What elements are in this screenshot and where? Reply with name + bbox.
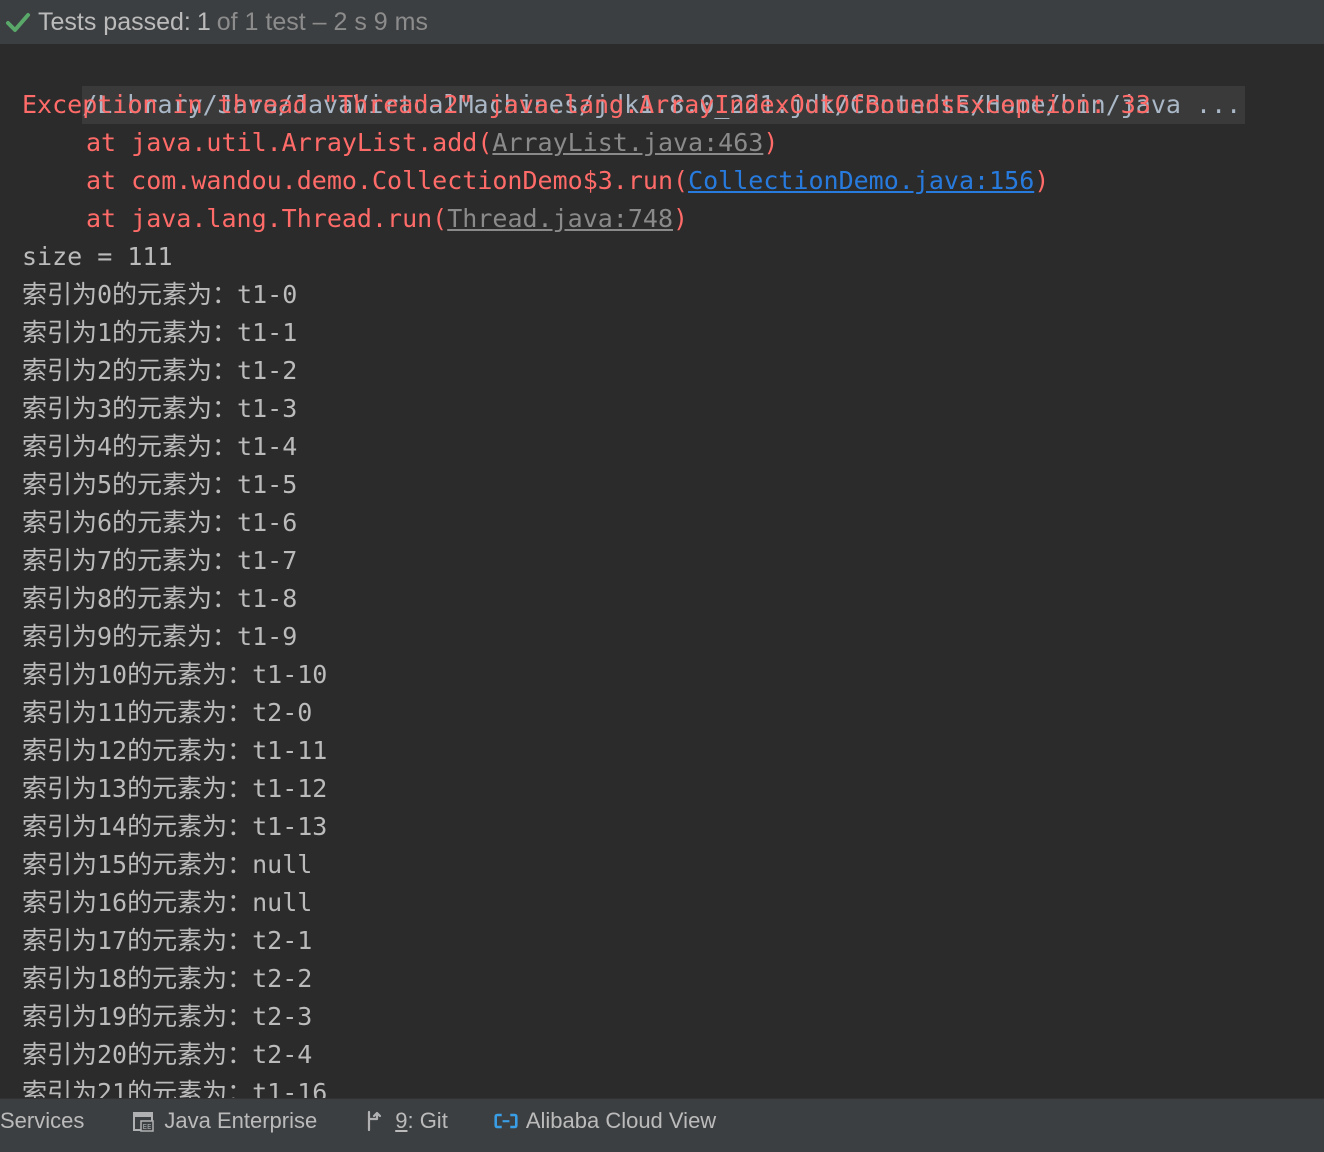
- stack-frame: at java.lang.Thread.run(Thread.java:748): [22, 200, 1324, 238]
- tests-passed-summary: of 1 test – 2 s 9 ms: [216, 7, 428, 36]
- output-line: 索引为6的元素为：t1-6: [22, 508, 298, 537]
- output-line: 索引为8的元素为：t1-8: [22, 584, 298, 613]
- output-line: 索引为16的元素为：null: [22, 888, 313, 917]
- output-line: 索引为19的元素为：t2-3: [22, 1002, 313, 1031]
- stack-frame-method: at java.lang.Thread.run(: [86, 204, 448, 233]
- alibaba-cloud-view-label: Alibaba Cloud View: [525, 1108, 717, 1133]
- git-number: 9: [395, 1108, 408, 1133]
- exception-line: Exception in thread "Thread-2" java.lang…: [22, 90, 1151, 119]
- stack-frame-close-paren: ): [673, 204, 689, 233]
- console-output[interactable]: /Library/Java/JavaVirtualMachines/jdk1.8…: [0, 48, 1324, 1098]
- stack-trace: at java.util.ArrayList.add(ArrayList.jav…: [22, 124, 1324, 238]
- output-line: 索引为9的元素为：t1-9: [22, 622, 298, 651]
- bottom-tool-window-bar: Services EE Java Enterprise 9 : Git Alib…: [0, 1098, 1324, 1152]
- check-icon: [6, 13, 30, 32]
- output-line: 索引为21的元素为：t1-16: [22, 1078, 328, 1098]
- test-status-bar: Tests passed: 1 of 1 test – 2 s 9 ms: [0, 0, 1324, 44]
- stack-frame-close-paren: ): [1034, 166, 1050, 195]
- output-line: 索引为15的元素为：null: [22, 850, 313, 879]
- output-line: 索引为5的元素为：t1-5: [22, 470, 298, 499]
- output-line: size = 111: [22, 242, 173, 271]
- services-label: Services: [0, 1108, 85, 1133]
- java-enterprise-label: Java Enterprise: [164, 1108, 318, 1133]
- command-line: /Library/Java/JavaVirtualMachines/jdk1.8…: [22, 48, 1324, 124]
- stack-frame-method: at com.wandou.demo.CollectionDemo$3.run(: [86, 166, 689, 195]
- stack-frame-source-link[interactable]: CollectionDemo.java:156: [688, 166, 1034, 195]
- stack-frame-source-link[interactable]: ArrayList.java:463: [492, 128, 763, 157]
- alibaba-cloud-icon: [494, 1113, 518, 1129]
- stack-frame-source-link[interactable]: Thread.java:748: [447, 204, 673, 233]
- output-line: 索引为1的元素为：t1-1: [22, 318, 298, 347]
- stack-frame: at com.wandou.demo.CollectionDemo$3.run(…: [22, 162, 1324, 200]
- output-line: 索引为4的元素为：t1-4: [22, 432, 298, 461]
- stack-frame: at java.util.ArrayList.add(ArrayList.jav…: [22, 124, 1324, 162]
- output-line: 索引为7的元素为：t1-7: [22, 546, 298, 575]
- java-enterprise-icon: EE: [133, 1112, 155, 1132]
- output-line: 索引为10的元素为：t1-10: [22, 660, 328, 689]
- output-line: 索引为18的元素为：t2-2: [22, 964, 313, 993]
- output-line: 索引为11的元素为：t2-0: [22, 698, 313, 727]
- tests-passed-count: 1: [196, 7, 211, 36]
- output-lines: size = 111 索引为0的元素为：t1-0 索引为1的元素为：t1-1 索引为2…: [22, 238, 1324, 1098]
- output-line: 索引为17的元素为：t2-1: [22, 926, 313, 955]
- stack-frame-close-paren: ): [763, 128, 779, 157]
- services-tab[interactable]: Services: [0, 1106, 84, 1136]
- stack-frame-method: at java.util.ArrayList.add(: [86, 128, 493, 157]
- output-line: 索引为13的元素为：t1-12: [22, 774, 328, 803]
- output-line: 索引为20的元素为：t2-4: [22, 1040, 313, 1069]
- tests-passed-label: Tests passed:: [38, 7, 191, 36]
- git-branch-icon: [368, 1110, 382, 1132]
- output-line: 索引为3的元素为：t1-3: [22, 394, 298, 423]
- output-line: 索引为12的元素为：t1-11: [22, 736, 328, 765]
- alibaba-cloud-view-tab[interactable]: Alibaba Cloud View: [494, 1106, 716, 1136]
- output-line: 索引为14的元素为：t1-13: [22, 812, 328, 841]
- java-enterprise-tab[interactable]: EE Java Enterprise: [132, 1106, 317, 1136]
- git-label: : Git: [407, 1108, 448, 1133]
- svg-text:EE: EE: [143, 1123, 152, 1131]
- output-line: 索引为2的元素为：t1-2: [22, 356, 298, 385]
- output-line: 索引为0的元素为：t1-0: [22, 280, 298, 309]
- git-tab[interactable]: 9 : Git: [363, 1106, 448, 1136]
